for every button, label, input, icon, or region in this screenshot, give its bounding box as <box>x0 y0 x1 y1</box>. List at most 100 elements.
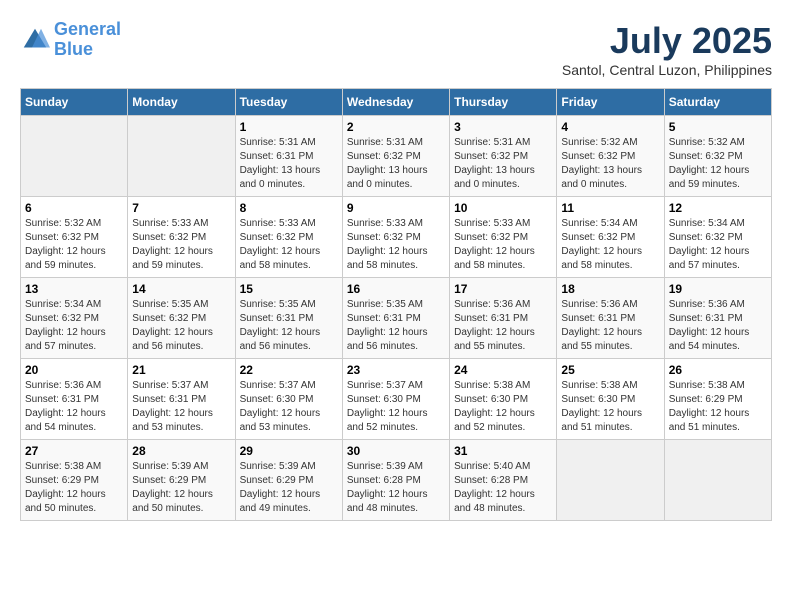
calendar-cell: 3 Sunrise: 5:31 AMSunset: 6:32 PMDaylight… <box>450 116 557 197</box>
day-detail: Sunrise: 5:34 AMSunset: 6:32 PMDaylight:… <box>25 298 123 354</box>
day-number: 13 <box>25 282 123 296</box>
calendar-cell: 30 Sunrise: 5:39 AMSunset: 6:28 PMDayligh… <box>342 440 449 521</box>
calendar-cell <box>664 440 771 521</box>
calendar-cell: 12 Sunrise: 5:34 AMSunset: 6:32 PMDayligh… <box>664 197 771 278</box>
day-number: 7 <box>132 201 230 215</box>
calendar-cell: 15Sunrise: 5:35 AMSunset: 6:31 PMDayligh… <box>235 278 342 359</box>
calendar-cell <box>557 440 664 521</box>
calendar-cell: 13 Sunrise: 5:34 AMSunset: 6:32 PMDayligh… <box>21 278 128 359</box>
calendar-cell: 16 Sunrise: 5:35 AMSunset: 6:31 PMDayligh… <box>342 278 449 359</box>
day-number: 22 <box>240 363 338 377</box>
calendar-cell: 7 Sunrise: 5:33 AMSunset: 6:32 PMDaylight… <box>128 197 235 278</box>
calendar-cell: 22 Sunrise: 5:37 AMSunset: 6:30 PMDayligh… <box>235 359 342 440</box>
day-detail: Sunrise: 5:40 AMSunset: 6:28 PMDaylight:… <box>454 460 552 516</box>
calendar-cell: 4Sunrise: 5:32 AMSunset: 6:32 PMDaylight… <box>557 116 664 197</box>
calendar-cell: 1 Sunrise: 5:31 AMSunset: 6:31 PMDaylight… <box>235 116 342 197</box>
day-detail: Sunrise: 5:32 AMSunset: 6:32 PMDaylight:… <box>669 136 767 192</box>
day-detail: Sunrise: 5:36 AMSunset: 6:31 PMDaylight:… <box>561 298 659 354</box>
calendar-cell: 8Sunrise: 5:33 AMSunset: 6:32 PMDaylight… <box>235 197 342 278</box>
day-detail: Sunrise: 5:33 AMSunset: 6:32 PMDaylight:… <box>347 217 445 273</box>
day-detail: Sunrise: 5:36 AMSunset: 6:31 PMDaylight:… <box>669 298 767 354</box>
day-detail: Sunrise: 5:34 AMSunset: 6:32 PMDaylight:… <box>669 217 767 273</box>
day-detail: Sunrise: 5:39 AMSunset: 6:28 PMDaylight:… <box>347 460 445 516</box>
calendar-cell: 18 Sunrise: 5:36 AMSunset: 6:31 PMDayligh… <box>557 278 664 359</box>
calendar-week: 20Sunrise: 5:36 AMSunset: 6:31 PMDayligh… <box>21 359 772 440</box>
day-number: 10 <box>454 201 552 215</box>
day-number: 28 <box>132 444 230 458</box>
weekday-label: Tuesday <box>235 89 342 116</box>
calendar-cell: 24 Sunrise: 5:38 AMSunset: 6:30 PMDayligh… <box>450 359 557 440</box>
day-detail: Sunrise: 5:37 AMSunset: 6:31 PMDaylight:… <box>132 379 230 435</box>
day-number: 14 <box>132 282 230 296</box>
logo-icon <box>20 25 50 55</box>
calendar-cell: 21Sunrise: 5:37 AMSunset: 6:31 PMDayligh… <box>128 359 235 440</box>
day-detail: Sunrise: 5:36 AMSunset: 6:31 PMDaylight:… <box>454 298 552 354</box>
weekday-header: SundayMondayTuesdayWednesdayThursdayFrid… <box>21 89 772 116</box>
day-detail: Sunrise: 5:35 AMSunset: 6:32 PMDaylight:… <box>132 298 230 354</box>
day-detail: Sunrise: 5:38 AMSunset: 6:29 PMDaylight:… <box>25 460 123 516</box>
day-number: 26 <box>669 363 767 377</box>
calendar-cell: 26Sunrise: 5:38 AMSunset: 6:29 PMDayligh… <box>664 359 771 440</box>
day-number: 31 <box>454 444 552 458</box>
calendar-week: 13 Sunrise: 5:34 AMSunset: 6:32 PMDayligh… <box>21 278 772 359</box>
day-number: 1 <box>240 120 338 134</box>
calendar-cell: 2Sunrise: 5:31 AMSunset: 6:32 PMDaylight… <box>342 116 449 197</box>
calendar-cell: 9 Sunrise: 5:33 AMSunset: 6:32 PMDaylight… <box>342 197 449 278</box>
day-detail: Sunrise: 5:38 AMSunset: 6:30 PMDaylight:… <box>454 379 552 435</box>
calendar-week: 1 Sunrise: 5:31 AMSunset: 6:31 PMDaylight… <box>21 116 772 197</box>
calendar-cell: 25 Sunrise: 5:38 AMSunset: 6:30 PMDayligh… <box>557 359 664 440</box>
day-number: 11 <box>561 201 659 215</box>
title-area: July 2025 Santol, Central Luzon, Philipp… <box>562 20 772 78</box>
calendar-cell: 10 Sunrise: 5:33 AMSunset: 6:32 PMDayligh… <box>450 197 557 278</box>
calendar-cell: 28 Sunrise: 5:39 AMSunset: 6:29 PMDayligh… <box>128 440 235 521</box>
weekday-label: Saturday <box>664 89 771 116</box>
day-number: 5 <box>669 120 767 134</box>
day-detail: Sunrise: 5:39 AMSunset: 6:29 PMDaylight:… <box>132 460 230 516</box>
day-detail: Sunrise: 5:37 AMSunset: 6:30 PMDaylight:… <box>347 379 445 435</box>
day-detail: Sunrise: 5:36 AMSunset: 6:31 PMDaylight:… <box>25 379 123 435</box>
day-number: 30 <box>347 444 445 458</box>
day-detail: Sunrise: 5:31 AMSunset: 6:32 PMDaylight:… <box>454 136 552 192</box>
day-detail: Sunrise: 5:33 AMSunset: 6:32 PMDaylight:… <box>454 217 552 273</box>
day-detail: Sunrise: 5:38 AMSunset: 6:30 PMDaylight:… <box>561 379 659 435</box>
day-detail: Sunrise: 5:37 AMSunset: 6:30 PMDaylight:… <box>240 379 338 435</box>
day-detail: Sunrise: 5:32 AMSunset: 6:32 PMDaylight:… <box>561 136 659 192</box>
calendar-cell: 17 Sunrise: 5:36 AMSunset: 6:31 PMDayligh… <box>450 278 557 359</box>
day-detail: Sunrise: 5:31 AMSunset: 6:32 PMDaylight:… <box>347 136 445 192</box>
calendar-cell: 20Sunrise: 5:36 AMSunset: 6:31 PMDayligh… <box>21 359 128 440</box>
calendar-cell: 27 Sunrise: 5:38 AMSunset: 6:29 PMDayligh… <box>21 440 128 521</box>
calendar-cell: 6Sunrise: 5:32 AMSunset: 6:32 PMDaylight… <box>21 197 128 278</box>
day-number: 29 <box>240 444 338 458</box>
month-title: July 2025 <box>562 20 772 62</box>
day-detail: Sunrise: 5:34 AMSunset: 6:32 PMDaylight:… <box>561 217 659 273</box>
day-detail: Sunrise: 5:33 AMSunset: 6:32 PMDaylight:… <box>240 217 338 273</box>
day-number: 19 <box>669 282 767 296</box>
day-detail: Sunrise: 5:35 AMSunset: 6:31 PMDaylight:… <box>240 298 338 354</box>
day-number: 3 <box>454 120 552 134</box>
calendar-cell <box>21 116 128 197</box>
day-number: 16 <box>347 282 445 296</box>
day-number: 18 <box>561 282 659 296</box>
day-number: 25 <box>561 363 659 377</box>
day-number: 27 <box>25 444 123 458</box>
day-number: 9 <box>347 201 445 215</box>
day-number: 23 <box>347 363 445 377</box>
day-detail: Sunrise: 5:31 AMSunset: 6:31 PMDaylight:… <box>240 136 338 192</box>
logo-text: General Blue <box>54 20 121 60</box>
calendar-cell: 5 Sunrise: 5:32 AMSunset: 6:32 PMDaylight… <box>664 116 771 197</box>
day-number: 24 <box>454 363 552 377</box>
day-number: 17 <box>454 282 552 296</box>
location: Santol, Central Luzon, Philippines <box>562 62 772 78</box>
day-detail: Sunrise: 5:35 AMSunset: 6:31 PMDaylight:… <box>347 298 445 354</box>
day-number: 12 <box>669 201 767 215</box>
weekday-label: Wednesday <box>342 89 449 116</box>
page-header: General Blue July 2025 Santol, Central L… <box>20 20 772 78</box>
weekday-label: Thursday <box>450 89 557 116</box>
calendar-cell <box>128 116 235 197</box>
calendar-cell: 31 Sunrise: 5:40 AMSunset: 6:28 PMDayligh… <box>450 440 557 521</box>
weekday-label: Friday <box>557 89 664 116</box>
day-detail: Sunrise: 5:33 AMSunset: 6:32 PMDaylight:… <box>132 217 230 273</box>
calendar-week: 27 Sunrise: 5:38 AMSunset: 6:29 PMDayligh… <box>21 440 772 521</box>
calendar-cell: 11 Sunrise: 5:34 AMSunset: 6:32 PMDayligh… <box>557 197 664 278</box>
day-detail: Sunrise: 5:32 AMSunset: 6:32 PMDaylight:… <box>25 217 123 273</box>
